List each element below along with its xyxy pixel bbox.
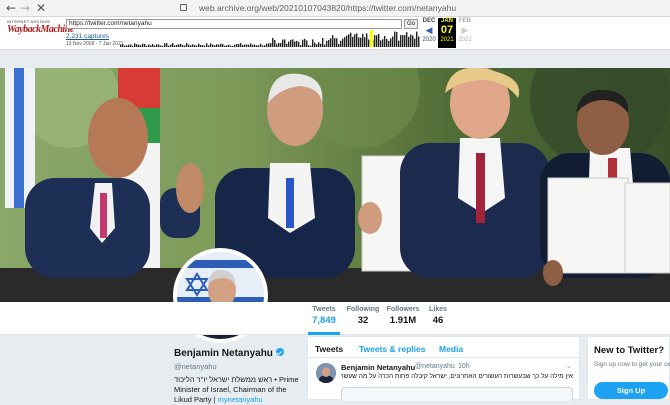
stat-label: Following xyxy=(346,306,380,313)
header-photo[interactable] xyxy=(0,68,670,302)
profile-name[interactable]: Benjamin Netanyahu xyxy=(174,348,284,359)
tweet-avatar[interactable] xyxy=(316,363,336,383)
tweet-text: אין מילה על כך שבעשרות העשורים האחרונים,… xyxy=(341,373,573,380)
chevron-down-icon[interactable]: ⌄ xyxy=(566,362,572,370)
current-day-label: 07 xyxy=(440,24,454,36)
tweet-author-name[interactable]: Benjamin Netanyahu xyxy=(341,363,415,372)
signup-module: New to Twitter? Sign up now to get your … xyxy=(587,336,670,400)
arrow-left-icon[interactable]: ← xyxy=(6,1,16,15)
stat-following[interactable]: Following 32 xyxy=(346,306,380,326)
capture-range: 13 Nov 2008 - 7 Jan 2021 xyxy=(66,41,124,47)
stat-value: 1.91M xyxy=(389,315,417,326)
chevron-right-icon: ▶ xyxy=(461,25,469,35)
tweet-avatar-image xyxy=(316,363,336,383)
stat-value: 32 xyxy=(357,315,369,326)
wayback-machine-text: WaybackMachine xyxy=(7,24,74,35)
next-year-label: 2022 xyxy=(458,37,472,43)
profile-handle: @netanyahu xyxy=(174,362,217,371)
stat-label: Tweets xyxy=(312,306,336,313)
stat-value: 7,849 xyxy=(312,315,336,326)
stat-likes[interactable]: Likes 46 xyxy=(427,306,449,326)
tab-media[interactable]: Media xyxy=(439,344,463,354)
prev-year-label: 2020 xyxy=(422,37,436,43)
tab-tweets-replies[interactable]: Tweets & replies xyxy=(359,344,425,354)
verified-badge-icon xyxy=(275,348,284,357)
stat-label: Followers xyxy=(386,306,420,313)
profile-nav: Tweets 7,849 Following 32 Followers 1.91… xyxy=(0,302,670,335)
current-year-label: 2021 xyxy=(440,37,454,43)
tweet-author-handle[interactable]: @netanyahu xyxy=(415,363,455,370)
stat-followers[interactable]: Followers 1.91M xyxy=(386,306,420,326)
lock-icon xyxy=(180,4,187,12)
banner-illustration xyxy=(0,68,670,302)
captures-link[interactable]: 2,231 captures xyxy=(66,33,109,40)
signup-button[interactable]: Sign Up xyxy=(594,382,668,399)
chevron-left-icon[interactable]: ◀ xyxy=(420,24,438,37)
next-month[interactable]: FEB ▶ 2022 xyxy=(456,18,474,43)
stat-tweets[interactable]: Tweets 7,849 xyxy=(308,306,340,335)
address-url: web.archive.org/web/20210107043820/https… xyxy=(199,3,457,13)
stat-label: Likes xyxy=(429,306,447,313)
wayback-go-button[interactable]: Go xyxy=(404,19,418,29)
signup-subtitle: Sign up now to get your own personalized… xyxy=(594,361,670,368)
close-icon[interactable]: ✕ xyxy=(36,1,46,15)
capture-sparkline[interactable] xyxy=(120,30,422,47)
arrow-right-icon[interactable]: → xyxy=(20,1,30,15)
divider xyxy=(308,357,579,358)
tweet-timestamp[interactable]: 10h xyxy=(458,363,470,370)
browser-toolbar: ← → ✕ web.archive.org/web/20210107043820… xyxy=(0,0,670,17)
tweet-media[interactable] xyxy=(341,387,573,401)
tab-tweets[interactable]: Tweets xyxy=(315,344,343,354)
wayback-url-input[interactable]: https://twitter.com/netanyahu xyxy=(66,19,402,29)
profile-name-text: Benjamin Netanyahu xyxy=(174,348,273,359)
address-bar[interactable]: web.archive.org/web/20210107043820/https… xyxy=(180,1,650,16)
timeline: Tweets Tweets & replies Media Benjamin N… xyxy=(307,336,580,401)
stat-value: 46 xyxy=(432,315,444,326)
current-month: JAN 07 2021 xyxy=(438,18,456,48)
wayback-logo[interactable]: INTERNET ARCHIVE WaybackMachine xyxy=(7,19,74,39)
profile-bio: ראש ממשלת ישראל יו"ר הליכוד • Prime Mini… xyxy=(174,375,304,405)
wayback-toolbar: INTERNET ARCHIVE WaybackMachine https://… xyxy=(0,17,670,50)
signup-title: New to Twitter? xyxy=(594,345,665,356)
prev-month[interactable]: DEC ◀ 2020 xyxy=(420,18,438,43)
